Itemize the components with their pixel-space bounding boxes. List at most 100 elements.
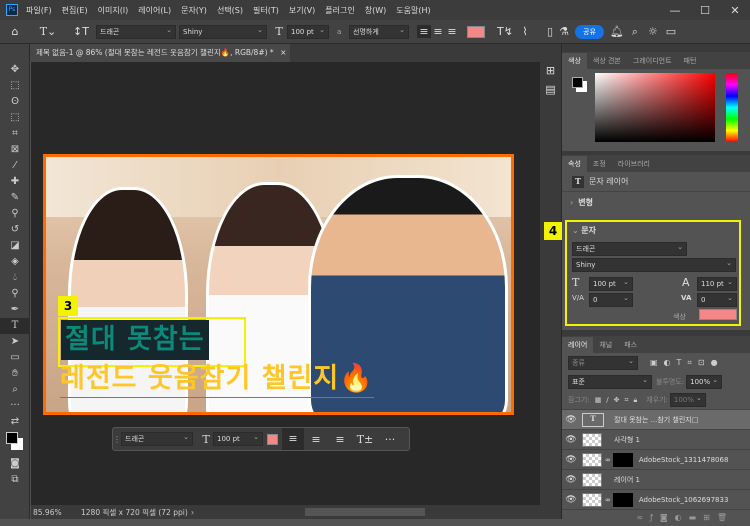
align-left-button[interactable]: ≡ <box>417 25 431 38</box>
font-family-select[interactable]: 드래곤 <box>96 25 176 39</box>
horizontal-scrollbar[interactable] <box>305 508 425 516</box>
blur-tool-icon[interactable]: 💧︎ <box>0 270 30 286</box>
rectangle-tool-icon[interactable]: ▭ <box>0 350 30 366</box>
warp-text-icon[interactable]: T↯ <box>495 25 515 38</box>
share-button[interactable]: 공유 <box>575 25 604 39</box>
character-panel-icon[interactable]: ▯ <box>543 25 557 38</box>
layers-bottom-actions[interactable]: ∞ƒ◙◐▬⊞🗑︎ <box>562 510 750 526</box>
close-window-button[interactable]: ✕ <box>720 4 750 17</box>
layer-mask-thumb[interactable] <box>613 493 633 507</box>
pen-tool-icon[interactable]: ✒ <box>0 302 30 318</box>
tab-patterns[interactable]: 패턴 <box>678 53 703 69</box>
color-picker-field[interactable] <box>595 73 715 142</box>
layer-row[interactable]: 👁︎레이어 1 <box>562 470 750 490</box>
text-orientation-icon[interactable]: ↕T <box>66 25 96 38</box>
lock-icons[interactable]: ▦/✥⌗🔒︎ <box>595 396 643 405</box>
close-tab-button[interactable]: × <box>280 48 286 57</box>
comments-panel-icon[interactable]: ▤ <box>540 83 561 96</box>
tab-gradients[interactable]: 그레이디언트 <box>627 53 678 69</box>
path-select-tool-icon[interactable]: ➤ <box>0 334 30 350</box>
document-image[interactable]: 3 절대 못참는 레전드 웃음참기 챌린지🔥 <box>43 154 514 415</box>
layer-filter-icons[interactable]: ▣◐T⌗⊡● <box>650 358 724 368</box>
screen-mode-icon[interactable]: ⧉ <box>0 472 30 488</box>
object-select-tool-icon[interactable]: ⬚ <box>0 110 30 126</box>
font-size-select[interactable]: 100 pt <box>287 25 329 39</box>
drag-handle[interactable]: ⋮ <box>113 435 121 444</box>
properties-kerning[interactable]: 0 <box>589 293 633 307</box>
opacity-field[interactable]: 100% <box>686 375 722 389</box>
visibility-eye-icon[interactable]: 👁︎ <box>562 435 580 445</box>
properties-font-family[interactable]: 드래곤 <box>572 242 687 256</box>
eyedropper-tool-icon[interactable]: ⁄ <box>0 158 30 174</box>
healing-brush-icon[interactable]: ✚ <box>0 174 30 190</box>
align-center-button[interactable]: ≡ <box>431 25 445 38</box>
transform-section[interactable]: ›변형 <box>562 192 750 212</box>
menu-filter[interactable]: 필터(T) <box>253 5 279 16</box>
lasso-tool-icon[interactable]: ʘ <box>0 94 30 110</box>
title-line-1[interactable]: 절대 못참는 <box>61 320 209 360</box>
maximize-button[interactable]: ☐ <box>690 4 720 17</box>
lightbulb-icon[interactable]: ☼ <box>644 25 662 38</box>
menu-view[interactable]: 보기(V) <box>289 5 315 16</box>
eraser-tool-icon[interactable]: ◪ <box>0 238 30 254</box>
home-icon[interactable]: ⌂ <box>0 25 30 38</box>
fill-field[interactable]: 100% <box>670 393 706 407</box>
zoom-level[interactable]: 85.96% <box>31 508 81 517</box>
tab-channels[interactable]: 채널 <box>593 337 618 353</box>
menu-window[interactable]: 창(W) <box>365 5 387 16</box>
properties-font-style[interactable]: Shiny <box>572 258 736 272</box>
taskbar-font-select[interactable]: 드래곤 <box>121 432 193 446</box>
stamp-tool-icon[interactable]: ⚲ <box>0 206 30 222</box>
type-tool-icon[interactable]: T <box>0 318 30 334</box>
taskbar-align-center[interactable]: ≡ <box>304 433 328 446</box>
tab-swatches[interactable]: 색상 견본 <box>587 53 627 69</box>
workspace-icon[interactable]: ▭ <box>662 25 680 38</box>
dodge-tool-icon[interactable]: ⚲ <box>0 286 30 302</box>
tab-libraries[interactable]: 라이브러리 <box>612 156 656 172</box>
taskbar-size-select[interactable]: 100 pt <box>213 432 263 446</box>
tab-paths[interactable]: 패스 <box>618 337 643 353</box>
title-line-2[interactable]: 레전드 웃음참기 챌린지🔥 <box>60 361 374 398</box>
zoom-tool-icon[interactable]: ⌕ <box>0 382 30 398</box>
color-fg-swatch[interactable] <box>572 77 583 88</box>
layer-row[interactable]: 👁︎∞AdobeStock_1062697833 <box>562 490 750 510</box>
frame-tool-icon[interactable]: ⊠ <box>0 142 30 158</box>
menu-file[interactable]: 파일(F) <box>26 5 52 16</box>
layer-mask-thumb[interactable] <box>613 453 633 467</box>
menu-edit[interactable]: 편집(E) <box>62 5 88 16</box>
crop-tool-icon[interactable]: ⌗ <box>0 126 30 142</box>
menu-type[interactable]: 문자(Y) <box>181 5 207 16</box>
marquee-tool-icon[interactable]: ⬚ <box>0 78 30 94</box>
menu-layer[interactable]: 레이어(L) <box>138 5 171 16</box>
properties-color-swatch[interactable] <box>699 309 737 320</box>
antialias-select[interactable]: 선명하게 <box>349 25 409 39</box>
tab-adjustments[interactable]: 조정 <box>587 156 612 172</box>
flask-icon[interactable]: ⚗ <box>557 25 571 38</box>
visibility-eye-icon[interactable]: 👁︎ <box>562 415 580 425</box>
gradient-tool-icon[interactable]: ◈ <box>0 254 30 270</box>
menu-plugins[interactable]: 플러그인 <box>325 5 354 16</box>
visibility-eye-icon[interactable]: 👁︎ <box>562 455 580 465</box>
properties-tracking[interactable]: 0 <box>697 293 737 307</box>
properties-leading[interactable]: 110 pt <box>697 277 737 291</box>
blend-mode-select[interactable]: 표준 <box>568 375 652 389</box>
font-style-select[interactable]: Shiny <box>179 25 267 39</box>
notifications-icon[interactable]: 🔔︎ <box>608 25 626 38</box>
move-tool-icon[interactable]: ✥ <box>0 62 30 78</box>
quick-mask-icon[interactable]: ◙ <box>0 456 30 472</box>
tab-layers[interactable]: 레이어 <box>562 337 593 353</box>
type-tool-preset-icon[interactable]: T⌄ <box>30 25 66 38</box>
menu-help[interactable]: 도움말(H) <box>396 5 430 16</box>
menu-select[interactable]: 선택(S) <box>217 5 243 16</box>
taskbar-text-options-icon[interactable]: T± <box>352 433 378 446</box>
layer-filter-select[interactable]: 종류 <box>568 356 638 370</box>
history-brush-icon[interactable]: ↺ <box>0 222 30 238</box>
tab-properties[interactable]: 속성 <box>562 156 587 172</box>
more-tools-icon[interactable]: ··· <box>0 398 30 414</box>
foreground-color-swatch[interactable] <box>6 432 18 444</box>
layer-row[interactable]: 👁︎T절대 못참는 ...참기 챌린지□ <box>562 410 750 430</box>
search-icon[interactable]: ⌕ <box>626 25 644 39</box>
align-right-button[interactable]: ≡ <box>445 25 459 38</box>
menu-image[interactable]: 이미지(I) <box>98 5 129 16</box>
document-tab[interactable]: 제목 없음-1 @ 86% (절대 못참는 레전드 웃음참기 챌린지🔥, RGB… <box>30 44 290 62</box>
